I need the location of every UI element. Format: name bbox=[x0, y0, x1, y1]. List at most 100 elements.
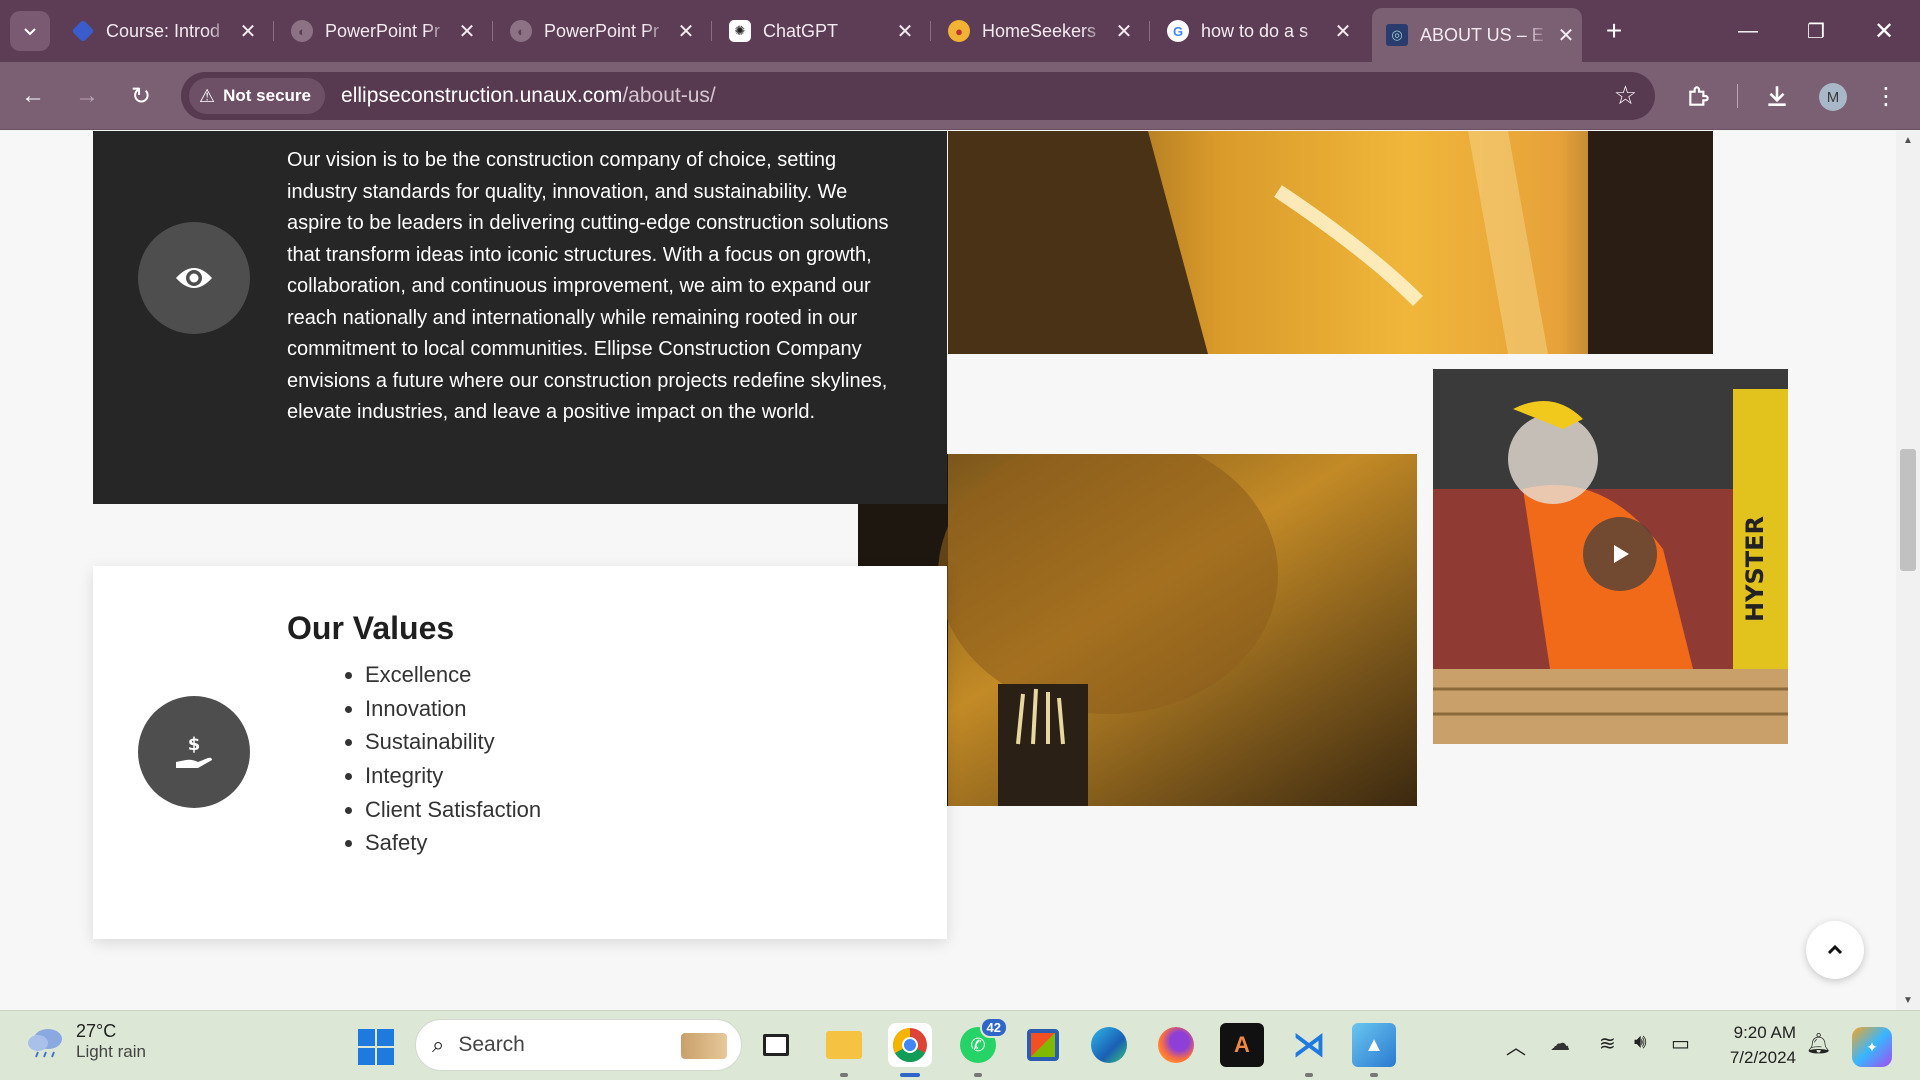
chatgpt-icon: ✺ bbox=[729, 20, 751, 42]
search-highlight-icon bbox=[681, 1033, 727, 1059]
page-scrollbar[interactable]: ▲ ▼ bbox=[1896, 131, 1920, 1010]
windows-taskbar: 27°C Light rain ⌕ Search ✆ 42 A ⋊ ▲ ︿ ☁ … bbox=[0, 1010, 1920, 1080]
back-button[interactable]: ← bbox=[13, 76, 53, 116]
onedrive-icon[interactable]: ☁ bbox=[1550, 1031, 1570, 1056]
clock-date: 7/2/2024 bbox=[1729, 1048, 1796, 1067]
edge-icon bbox=[1091, 1027, 1127, 1063]
taskbar-search[interactable]: ⌕ Search bbox=[415, 1019, 742, 1071]
tab-powerpoint-1[interactable]: ◐ PowerPoint Pr ✕ bbox=[277, 11, 483, 51]
arrow-right-icon: → bbox=[75, 82, 99, 109]
chrome-app[interactable] bbox=[888, 1023, 932, 1077]
tab-chatgpt[interactable]: ✺ ChatGPT ✕ bbox=[715, 11, 921, 51]
minimize-button[interactable]: — bbox=[1714, 0, 1782, 62]
bookmark-star-icon[interactable]: ☆ bbox=[1614, 80, 1637, 111]
vision-text: Our vision is to be the construction com… bbox=[287, 149, 889, 423]
volume-icon[interactable]: 🔊︎ bbox=[1634, 1031, 1647, 1054]
svg-text:$: $ bbox=[188, 734, 201, 755]
copilot-button[interactable]: ✦ bbox=[1852, 1027, 1892, 1067]
value-item: Sustainability bbox=[365, 725, 541, 759]
firefox-icon bbox=[1158, 1027, 1194, 1063]
firefox-app[interactable] bbox=[1154, 1023, 1198, 1067]
arrow-left-icon: ← bbox=[21, 82, 45, 109]
url-path: /about-us/ bbox=[622, 84, 716, 107]
close-icon[interactable]: ✕ bbox=[889, 19, 921, 44]
play-icon bbox=[1614, 545, 1629, 563]
google-icon: G bbox=[1167, 20, 1189, 42]
value-item: Excellence bbox=[365, 658, 541, 692]
windows-logo-icon bbox=[358, 1029, 394, 1065]
scroll-down-icon[interactable]: ▼ bbox=[1896, 995, 1920, 1006]
taskbar-search-label: Search bbox=[458, 1033, 525, 1056]
chevron-down-icon bbox=[24, 28, 36, 36]
microsoft-store-app[interactable] bbox=[1021, 1023, 1065, 1067]
edge-app[interactable] bbox=[1087, 1023, 1131, 1067]
chrome-icon bbox=[893, 1028, 927, 1062]
close-icon[interactable]: ✕ bbox=[1327, 19, 1359, 44]
store-icon bbox=[1027, 1029, 1059, 1061]
address-bar[interactable]: ⚠ Not secure ellipseconstruction.unaux.c… bbox=[181, 72, 1655, 120]
weather-widget[interactable]: 27°C Light rain bbox=[26, 1021, 146, 1062]
extensions-button[interactable] bbox=[1681, 78, 1717, 114]
tab-title: PowerPoint Pr bbox=[544, 20, 660, 41]
tab-title: ChatGPT bbox=[763, 20, 839, 41]
downloads-button[interactable] bbox=[1759, 78, 1795, 114]
back-to-top-button[interactable] bbox=[1806, 921, 1864, 979]
url-text[interactable]: ellipseconstruction.unaux.com/about-us/ bbox=[341, 84, 716, 108]
copilot-icon: ✦ bbox=[1866, 1038, 1878, 1055]
browser-menu-button[interactable]: ⋮ bbox=[1868, 78, 1904, 114]
scroll-up-icon[interactable]: ▲ bbox=[1896, 135, 1920, 146]
new-tab-button[interactable]: + bbox=[1596, 11, 1632, 51]
restore-button[interactable]: ❐ bbox=[1782, 0, 1850, 62]
photos-app[interactable]: ▲ bbox=[1352, 1023, 1396, 1077]
show-hidden-icons[interactable]: ︿ bbox=[1506, 1031, 1526, 1060]
affinity-app[interactable]: A bbox=[1220, 1023, 1264, 1067]
security-chip[interactable]: ⚠ Not secure bbox=[189, 78, 326, 114]
close-icon[interactable]: ✕ bbox=[1550, 23, 1582, 48]
whatsapp-app[interactable]: ✆ 42 bbox=[956, 1017, 1008, 1077]
hand-dollar-icon: $ bbox=[176, 734, 212, 768]
system-clock[interactable]: 9:20 AM 7/2/2024 bbox=[1712, 1020, 1796, 1070]
close-window-button[interactable]: ✕ bbox=[1850, 0, 1918, 62]
clock-time: 9:20 AM bbox=[1733, 1023, 1796, 1042]
close-icon[interactable]: ✕ bbox=[1108, 19, 1140, 44]
eye-icon bbox=[176, 268, 212, 288]
task-view-button[interactable] bbox=[754, 1023, 798, 1067]
vscode-app[interactable]: ⋊ bbox=[1287, 1023, 1331, 1077]
vscode-icon: ⋊ bbox=[1292, 1026, 1326, 1064]
close-icon[interactable]: ✕ bbox=[232, 19, 264, 44]
tab-title: ABOUT US – E bbox=[1420, 24, 1544, 45]
tab-about-us[interactable]: ◎ ABOUT US – E ✕ bbox=[1372, 8, 1582, 62]
play-button[interactable] bbox=[1583, 517, 1657, 591]
tab-title: Course: Introd bbox=[106, 20, 221, 41]
battery-icon[interactable]: ▭ bbox=[1671, 1031, 1690, 1056]
tab-search-button[interactable] bbox=[10, 11, 50, 51]
start-button[interactable] bbox=[354, 1025, 398, 1069]
plus-icon: + bbox=[1605, 15, 1623, 46]
forward-button[interactable]: → bbox=[67, 76, 107, 116]
tab-google-search[interactable]: G how to do a s ✕ bbox=[1153, 11, 1359, 51]
tab-homeseekers[interactable]: ● HomeSeekers ✕ bbox=[934, 11, 1140, 51]
download-icon bbox=[1768, 86, 1786, 106]
vision-icon-circle bbox=[138, 222, 250, 334]
weather-temperature: 27°C bbox=[76, 1021, 117, 1041]
video-thumbnail[interactable]: HYSTER bbox=[1433, 369, 1788, 744]
close-icon[interactable]: ✕ bbox=[670, 19, 702, 44]
affinity-icon: A bbox=[1234, 1032, 1250, 1057]
globe-icon: ◐ bbox=[291, 20, 313, 42]
profile-avatar[interactable]: M bbox=[1819, 83, 1847, 111]
close-icon: ✕ bbox=[1873, 17, 1895, 45]
task-view-icon bbox=[763, 1034, 789, 1056]
file-explorer-app[interactable] bbox=[822, 1023, 866, 1077]
weather-condition: Light rain bbox=[76, 1042, 146, 1061]
notification-bell-icon[interactable]: 🔔︎ bbox=[1806, 1031, 1831, 1056]
scrollbar-thumb[interactable] bbox=[1900, 449, 1916, 571]
close-icon[interactable]: ✕ bbox=[451, 19, 483, 44]
value-item: Innovation bbox=[365, 692, 541, 726]
tab-title: how to do a s bbox=[1201, 20, 1309, 41]
reload-button[interactable]: ↻ bbox=[121, 76, 161, 116]
tab-course[interactable]: Course: Introd ✕ bbox=[58, 11, 264, 51]
web-page: Our vision is to be the construction com… bbox=[0, 131, 1896, 1010]
wifi-icon[interactable]: ≋ bbox=[1599, 1031, 1616, 1056]
tab-powerpoint-2[interactable]: ◐ PowerPoint Pr ✕ bbox=[496, 11, 702, 51]
toolbar-divider bbox=[1737, 84, 1738, 108]
